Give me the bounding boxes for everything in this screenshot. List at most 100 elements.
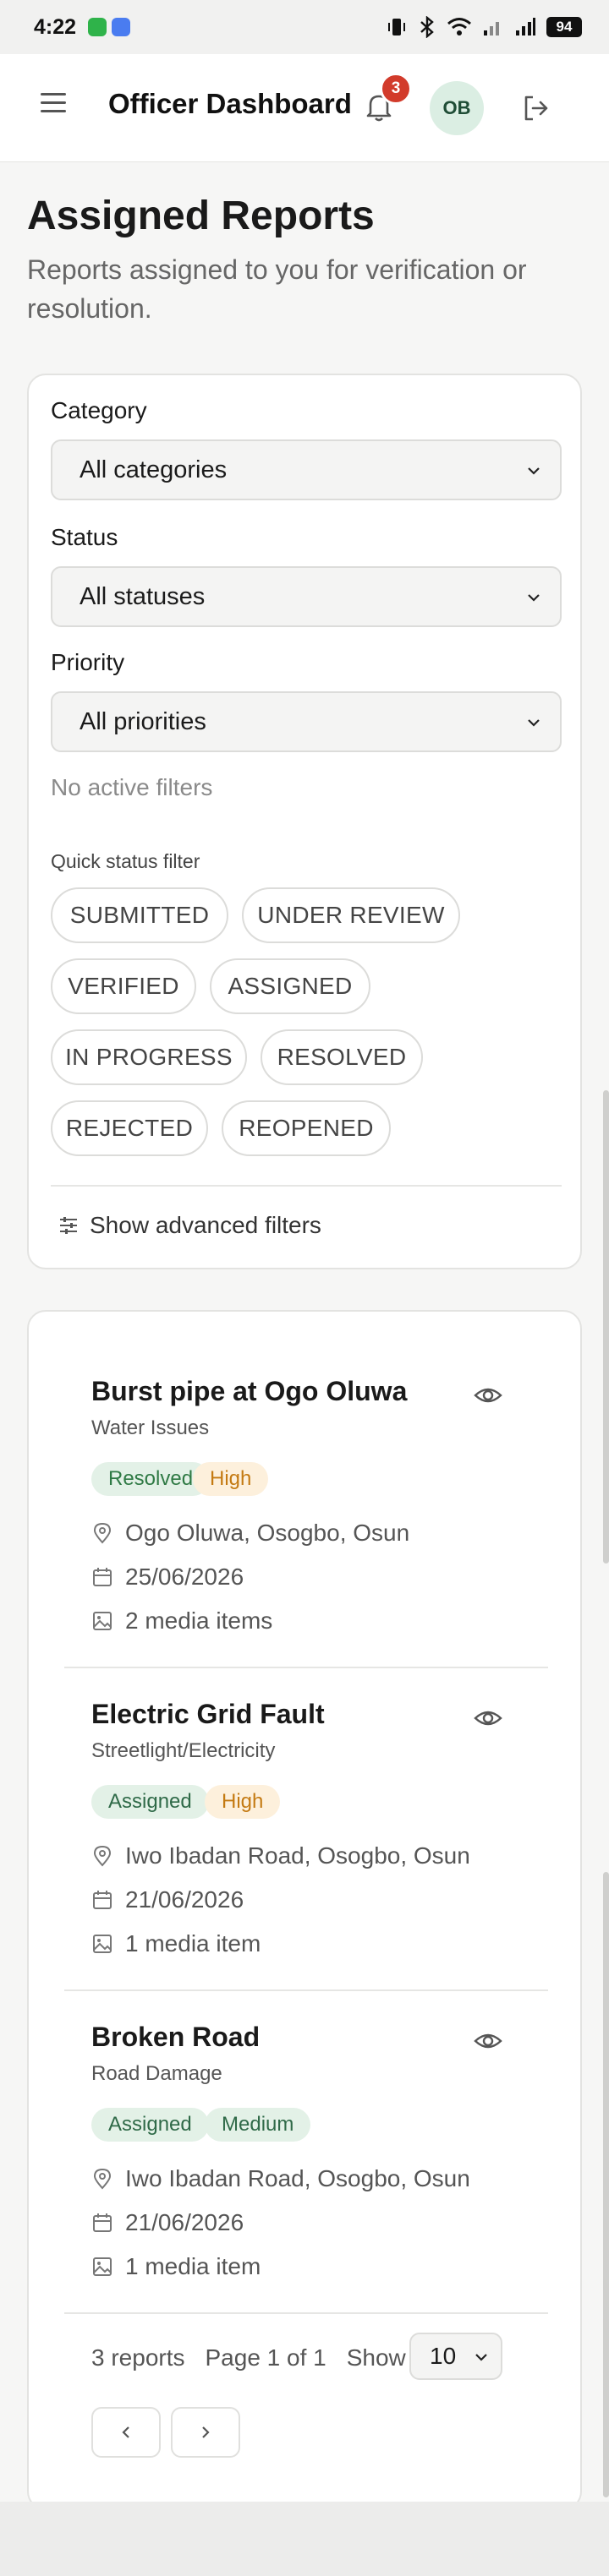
status-badge: Assigned (91, 1785, 209, 1819)
report-date: 25/06/2026 (91, 1564, 244, 1591)
location-text: Iwo Ibadan Road, Osogbo, Osun (125, 2165, 470, 2191)
status-bar: 4:22 94 (0, 0, 609, 54)
show-advanced-filters-button[interactable]: Show advanced filters (58, 1212, 321, 1239)
show-label: Show (346, 2344, 406, 2371)
map-pin-icon (93, 1522, 112, 1544)
image-icon (93, 2257, 112, 2276)
status-label: Status (51, 524, 118, 550)
media-text: 1 media item (125, 2253, 261, 2279)
sliders-icon (60, 1217, 77, 1234)
chevron-down-icon (475, 2354, 487, 2361)
chevron-down-icon (528, 467, 540, 475)
report-category: Streetlight/Electricity (91, 1739, 276, 1762)
chip-under-review[interactable]: UNDER REVIEW (242, 887, 460, 943)
next-page-button[interactable] (171, 2407, 240, 2458)
priority-badge: High (205, 1785, 281, 1819)
page-indicator: Page 1 of 1 (205, 2344, 326, 2371)
calendar-icon (93, 1891, 112, 1909)
calendar-icon (93, 2213, 112, 2232)
app-title: Officer Dashboard (108, 88, 352, 119)
report-category: Water Issues (91, 1416, 210, 1439)
chip-reopened[interactable]: REOPENED (222, 1100, 391, 1156)
avatar[interactable]: OB (430, 81, 484, 135)
notification-badge: 3 (380, 73, 412, 105)
eye-icon[interactable] (474, 2027, 502, 2055)
wifi-icon (447, 18, 471, 35)
category-select[interactable]: All categories (51, 439, 562, 500)
chip-resolved[interactable]: RESOLVED (261, 1029, 423, 1085)
report-item[interactable]: Broken Road Road Damage Assigned Medium … (64, 1957, 548, 2314)
reports-card: Burst pipe at Ogo Oluwa Water Issues Res… (27, 1310, 582, 2510)
vibrate-icon (388, 19, 405, 35)
report-date: 21/06/2026 (91, 1886, 244, 1913)
no-active-filters-text: No active filters (51, 774, 213, 800)
date-text: 25/06/2026 (125, 1564, 244, 1590)
media-text: 2 media items (125, 1607, 273, 1634)
eye-icon[interactable] (474, 1381, 502, 1410)
quick-status-label: Quick status filter (51, 850, 200, 872)
category-label: Category (51, 397, 147, 423)
battery-level: 94 (546, 17, 582, 37)
chip-verified[interactable]: VERIFIED (51, 958, 196, 1014)
report-item[interactable]: Burst pipe at Ogo Oluwa Water Issues Res… (64, 1312, 548, 1668)
category-select-value: All categories (80, 456, 228, 483)
calendar-icon (93, 1568, 112, 1586)
report-title: Electric Grid Fault (91, 1699, 325, 1729)
status-time: 4:22 (34, 14, 77, 39)
map-pin-icon (93, 1845, 112, 1867)
priority-label: Priority (51, 649, 125, 675)
app-header: Officer Dashboard 3 OB (0, 54, 609, 162)
whatsapp-icon (88, 18, 107, 36)
status-select[interactable]: All statuses (51, 566, 562, 627)
report-location: Ogo Oluwa, Osogbo, Osun (91, 1520, 409, 1547)
priority-select-value: All priorities (80, 707, 206, 735)
report-title: Broken Road (91, 2022, 261, 2052)
system-nav-bar (0, 2502, 609, 2576)
report-category: Road Damage (91, 2062, 222, 2085)
chip-assigned[interactable]: ASSIGNED (210, 958, 370, 1014)
logout-icon[interactable] (521, 93, 551, 123)
priority-badge: High (193, 1462, 269, 1496)
report-count: 3 reports (91, 2344, 185, 2371)
pagination-info: 3 reports Page 1 of 1 Show (91, 2344, 406, 2371)
report-divider (64, 2312, 548, 2314)
media-text: 1 media item (125, 1930, 261, 1957)
scrollbar[interactable] (603, 1090, 609, 1564)
status-badge: Assigned (91, 2108, 209, 2142)
signal-icon-2 (516, 18, 535, 35)
location-text: Iwo Ibadan Road, Osogbo, Osun (125, 1842, 470, 1869)
eye-icon[interactable] (474, 1704, 502, 1733)
priority-badge: Medium (205, 2108, 311, 2142)
image-icon (93, 1612, 112, 1630)
chip-submitted[interactable]: SUBMITTED (51, 887, 228, 943)
signal-icon (484, 22, 499, 35)
advanced-filters-label: Show advanced filters (90, 1212, 321, 1238)
report-media: 1 media item (91, 1930, 261, 1957)
status-select-value: All statuses (80, 582, 206, 610)
chip-in-progress[interactable]: IN PROGRESS (51, 1029, 247, 1085)
date-text: 21/06/2026 (125, 1886, 244, 1913)
report-date: 21/06/2026 (91, 2209, 244, 2236)
chip-rejected[interactable]: REJECTED (51, 1100, 208, 1156)
page-size-select[interactable]: 10 (409, 2333, 502, 2380)
image-icon (93, 1935, 112, 1953)
location-text: Ogo Oluwa, Osogbo, Osun (125, 1520, 410, 1546)
report-item[interactable]: Electric Grid Fault Streetlight/Electric… (64, 1635, 548, 1991)
hamburger-menu-icon[interactable] (41, 93, 66, 118)
map-pin-icon (93, 2168, 112, 2190)
notification-icons (88, 18, 131, 36)
page-title: Assigned Reports (27, 194, 375, 238)
chevron-down-icon (528, 594, 540, 602)
report-location: Iwo Ibadan Road, Osogbo, Osun (91, 1842, 470, 1869)
divider (51, 1185, 562, 1187)
previous-page-button[interactable] (91, 2407, 161, 2458)
report-media: 1 media item (91, 2253, 261, 2280)
date-text: 21/06/2026 (125, 2209, 244, 2235)
messenger-icon (112, 18, 131, 36)
report-media: 2 media items (91, 1607, 272, 1635)
bluetooth-icon (420, 16, 434, 38)
report-title: Burst pipe at Ogo Oluwa (91, 1376, 408, 1406)
priority-select[interactable]: All priorities (51, 691, 562, 752)
chevron-down-icon (528, 719, 540, 727)
scrollbar-thumb[interactable] (603, 1872, 609, 2497)
